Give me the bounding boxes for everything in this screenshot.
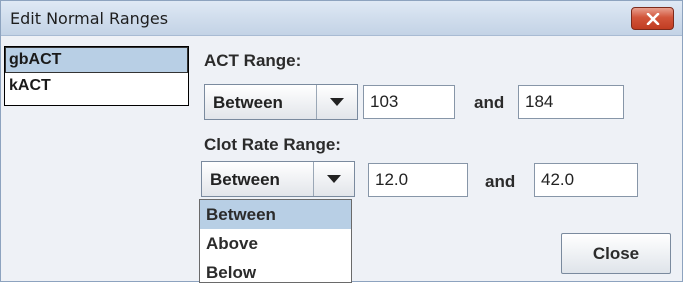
dropdown-option-between[interactable]: Between <box>200 200 351 229</box>
clot-rate-and-label: and <box>485 172 516 191</box>
act-range-low-input[interactable]: 103 <box>363 85 455 119</box>
act-range-mode-select[interactable]: Between <box>204 84 358 120</box>
title-bar[interactable]: Edit Normal Ranges <box>1 1 682 36</box>
window-close-button[interactable] <box>631 7 674 30</box>
clot-rate-high-input[interactable]: 42.0 <box>534 163 638 197</box>
act-range-mode-value: Between <box>213 93 283 112</box>
list-item-gbact[interactable]: gbACT <box>5 47 188 73</box>
clot-rate-low-input[interactable]: 12.0 <box>368 163 468 197</box>
dropdown-option-below[interactable]: Below <box>200 258 351 282</box>
list-item-kact[interactable]: kACT <box>5 73 188 99</box>
chevron-down-icon <box>330 98 344 106</box>
close-button[interactable]: Close <box>561 233 671 274</box>
clot-rate-mode-value: Between <box>210 170 280 189</box>
clot-rate-mode-dropdown-list[interactable]: Between Above Below <box>199 199 352 283</box>
edit-normal-ranges-dialog: Edit Normal Ranges gbACT kACT ACT Range:… <box>0 0 683 283</box>
close-icon <box>646 12 659 25</box>
chevron-down-icon <box>327 175 341 183</box>
act-range-dropdown-button[interactable] <box>316 85 358 119</box>
dropdown-option-above[interactable]: Above <box>200 229 351 258</box>
window-title: Edit Normal Ranges <box>10 9 169 28</box>
clot-rate-dropdown-button[interactable] <box>313 162 355 196</box>
clot-rate-mode-select[interactable]: Between <box>201 161 355 197</box>
assay-list[interactable]: gbACT kACT <box>4 46 189 106</box>
act-range-label: ACT Range: <box>204 51 302 70</box>
act-range-high-input[interactable]: 184 <box>518 85 624 119</box>
act-range-and-label: and <box>474 93 505 112</box>
clot-rate-range-label: Clot Rate Range: <box>204 135 341 154</box>
